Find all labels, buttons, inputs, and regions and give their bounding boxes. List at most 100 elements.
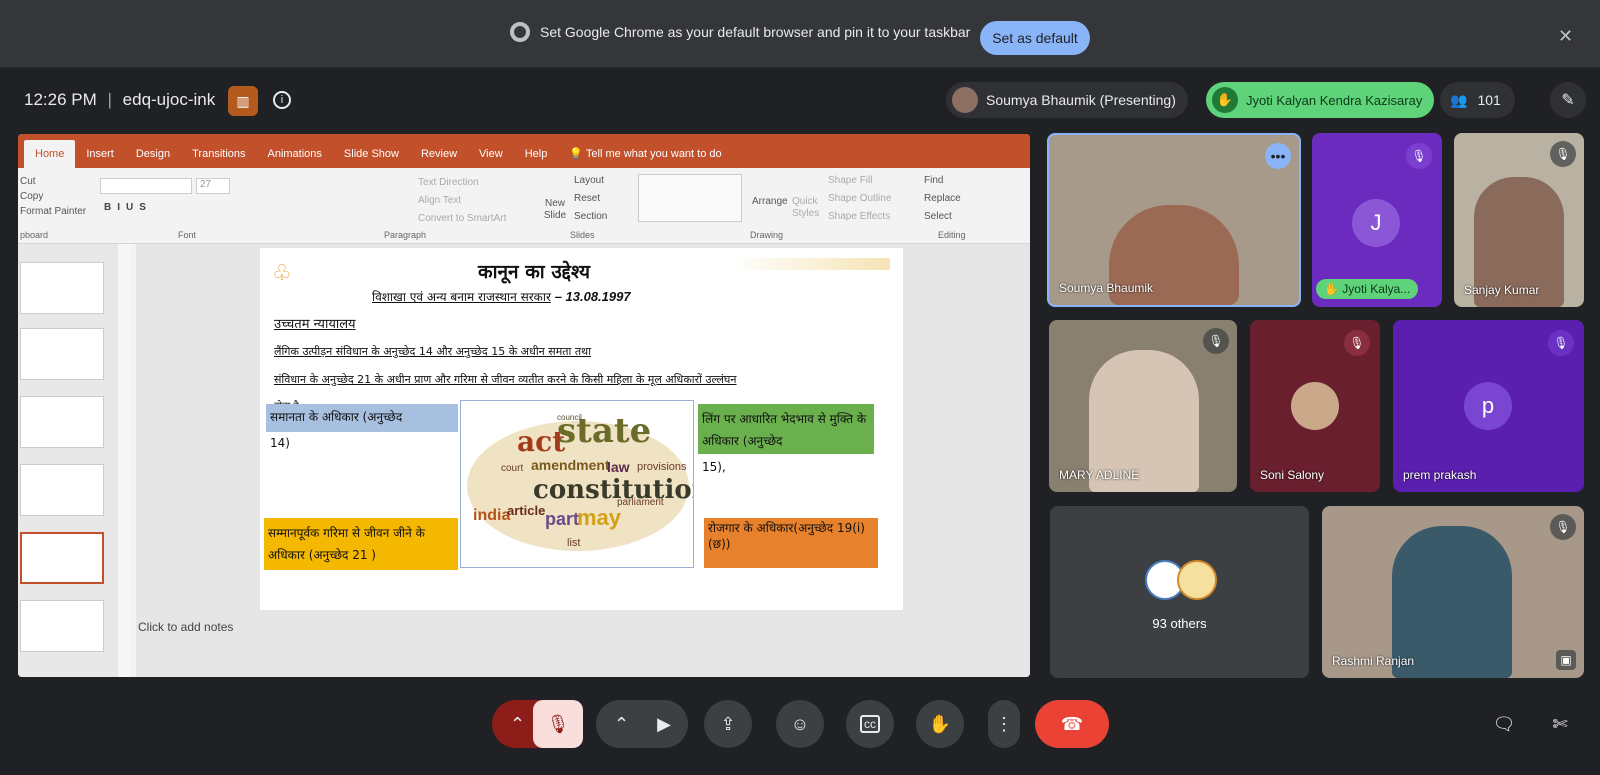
ribbon: Cut Copy Format Painter 27 BIUS Text Dir… [18,168,1030,244]
raised-hand-chip[interactable]: ✋ Jyoti Kalyan Kendra Kazisaray [1206,82,1435,118]
employment-box-text: रोजगार के अधिकार(अनुच्छेद 19(i) (छ)) [708,521,865,551]
quick-styles-button[interactable]: Quick Styles [792,196,822,220]
participant-name: Rashmi Ranjan [1332,654,1415,668]
group-label-font: Font [178,230,197,240]
logo-icon: ♧ [272,260,292,285]
participant-name: Sanjay Kumar [1464,283,1540,297]
pin-icon[interactable]: ▣ [1556,650,1576,670]
select-button[interactable]: Select [924,208,961,226]
font-name-box[interactable] [100,178,192,194]
muted-mic-icon: 🎙 [1344,330,1370,356]
slide-header-bar [730,258,890,270]
raised-hand-icon: ✋ [1212,87,1238,113]
participant-tile-soumya[interactable]: ••• Soumya Bhaumik [1047,133,1301,307]
mic-toggle-button[interactable]: 🎙 [533,700,583,748]
captions-button[interactable]: cc [846,700,894,748]
present-screen-icon: ⇪ [720,713,736,734]
equality-box-article: 14) [270,436,290,450]
more-options-icon[interactable]: ••• [1265,143,1291,169]
tab-design[interactable]: Design [125,148,181,168]
participant-tile-rashmi[interactable]: 🎙 ▣ Rashmi Ranjan [1322,506,1584,678]
close-icon[interactable]: ✕ [1558,26,1573,47]
host-controls-icon[interactable]: ▥ [228,86,258,116]
tab-insert[interactable]: Insert [75,148,125,168]
edit-icon[interactable]: ✎ [1550,82,1586,118]
chevron-up-icon: ⌃ [510,713,526,734]
camera-toggle-button[interactable]: ▶ [640,700,688,748]
slide-thumbnail-selected[interactable] [20,532,104,584]
others-tile[interactable]: 93 others [1050,506,1309,678]
font-format-buttons[interactable]: BIUS [104,202,152,213]
camera-icon: ▶ [657,713,671,734]
chat-button[interactable]: 🗨 [1480,700,1528,748]
muted-mic-icon: 🎙 [1550,141,1576,167]
thumbnail-scrollbar[interactable] [118,244,130,677]
people-chip[interactable]: 👥 101 [1440,82,1515,118]
section-button[interactable]: Section [574,208,607,226]
participant-tile-sanjay[interactable]: 🎙 Sanjay Kumar [1454,133,1584,307]
tab-slide-show[interactable]: Slide Show [333,148,410,168]
shape-outline-button[interactable]: Shape Outline [828,190,891,208]
slide-line-2: संविधान के अनुच्छेद 21 के अधीन प्राण और … [274,373,737,386]
text-direction-button[interactable]: Text Direction [418,174,506,192]
info-icon[interactable]: i [273,91,291,109]
shape-fill-button[interactable]: Shape Fill [828,172,891,190]
slide-thumbnail[interactable] [20,464,104,516]
raise-hand-button[interactable]: ✋ [916,700,964,748]
tab-view[interactable]: View [468,148,514,168]
participant-tile-prem[interactable]: p 🎙 prem prakash [1393,320,1584,492]
cloud-word: law [607,459,630,475]
group-label-drawing: Drawing [750,230,784,240]
shape-format-group: Shape Fill Shape Outline Shape Effects [828,172,891,226]
activities-button[interactable]: ✄ [1536,700,1584,748]
tell-me-search[interactable]: 💡 Tell me what you want to do [558,147,732,168]
cut-button[interactable]: Cut [20,174,86,189]
equality-box-text: समानता के अधिकार (अनुच्छेद [270,410,403,424]
avatar [1291,382,1339,430]
tab-help[interactable]: Help [514,148,559,168]
mic-off-icon: 🎙 [546,713,570,734]
align-text-button[interactable]: Align Text [418,192,506,210]
format-painter-button[interactable]: Format Painter [20,204,86,219]
banner-message: Set Google Chrome as your default browse… [510,22,970,42]
find-button[interactable]: Find [924,172,961,190]
slide-thumbnail[interactable] [20,396,104,448]
tab-animations[interactable]: Animations [257,148,333,168]
tab-home[interactable]: Home [24,140,76,168]
layout-button[interactable]: Layout [574,172,607,190]
more-options-button[interactable]: ⋮ [988,700,1020,748]
discrimination-box-text: लिंग पर आधारित भेदभाव से मुक्ति के अधिका… [702,412,867,448]
slide: ♧ कानून का उद्देश्य विशाखा एवं अन्य बनाम… [260,248,903,610]
slide-thumbnail[interactable] [20,262,104,314]
cloud-word: part [545,509,580,529]
muted-mic-icon: 🎙 [1203,328,1229,354]
slide-thumbnail[interactable] [20,328,104,380]
new-slide-button[interactable]: New Slide [540,198,570,222]
shapes-gallery[interactable] [638,174,742,222]
convert-smartart-button[interactable]: Convert to SmartArt [418,210,506,228]
font-size-box[interactable]: 27 [196,178,230,194]
tab-review[interactable]: Review [410,148,468,168]
set-default-button[interactable]: Set as default [980,21,1090,55]
copy-button[interactable]: Copy [20,189,86,204]
tab-transitions[interactable]: Transitions [181,148,256,168]
participant-tile-soni[interactable]: 🎙 Soni Salony [1250,320,1380,492]
court-name: उच्चतम न्यायालय [274,317,356,332]
reactions-button[interactable]: ☺ [776,700,824,748]
cloud-word: constitution [533,475,694,505]
arrange-button[interactable]: Arrange [752,196,788,207]
present-button[interactable]: ⇪ [704,700,752,748]
participant-tile-mary[interactable]: 🎙 MARY ADLINE [1049,320,1237,492]
replace-button[interactable]: Replace [924,190,961,208]
emoji-icon: ☺ [790,713,810,734]
reset-button[interactable]: Reset [574,190,607,208]
participant-name: Soni Salony [1260,468,1325,482]
slide-thumbnail[interactable] [20,600,104,652]
leave-call-button[interactable]: ☎ [1035,700,1109,748]
shape-effects-button[interactable]: Shape Effects [828,208,891,226]
group-label-editing: Editing [938,230,966,240]
participant-tile-jyoti[interactable]: J 🎙 ✋ Jyoti Kalya... [1312,133,1442,307]
notes-placeholder[interactable]: Click to add notes [138,620,233,634]
muted-mic-icon: 🎙 [1548,330,1574,356]
presenter-chip[interactable]: Soumya Bhaumik (Presenting) [946,82,1188,118]
